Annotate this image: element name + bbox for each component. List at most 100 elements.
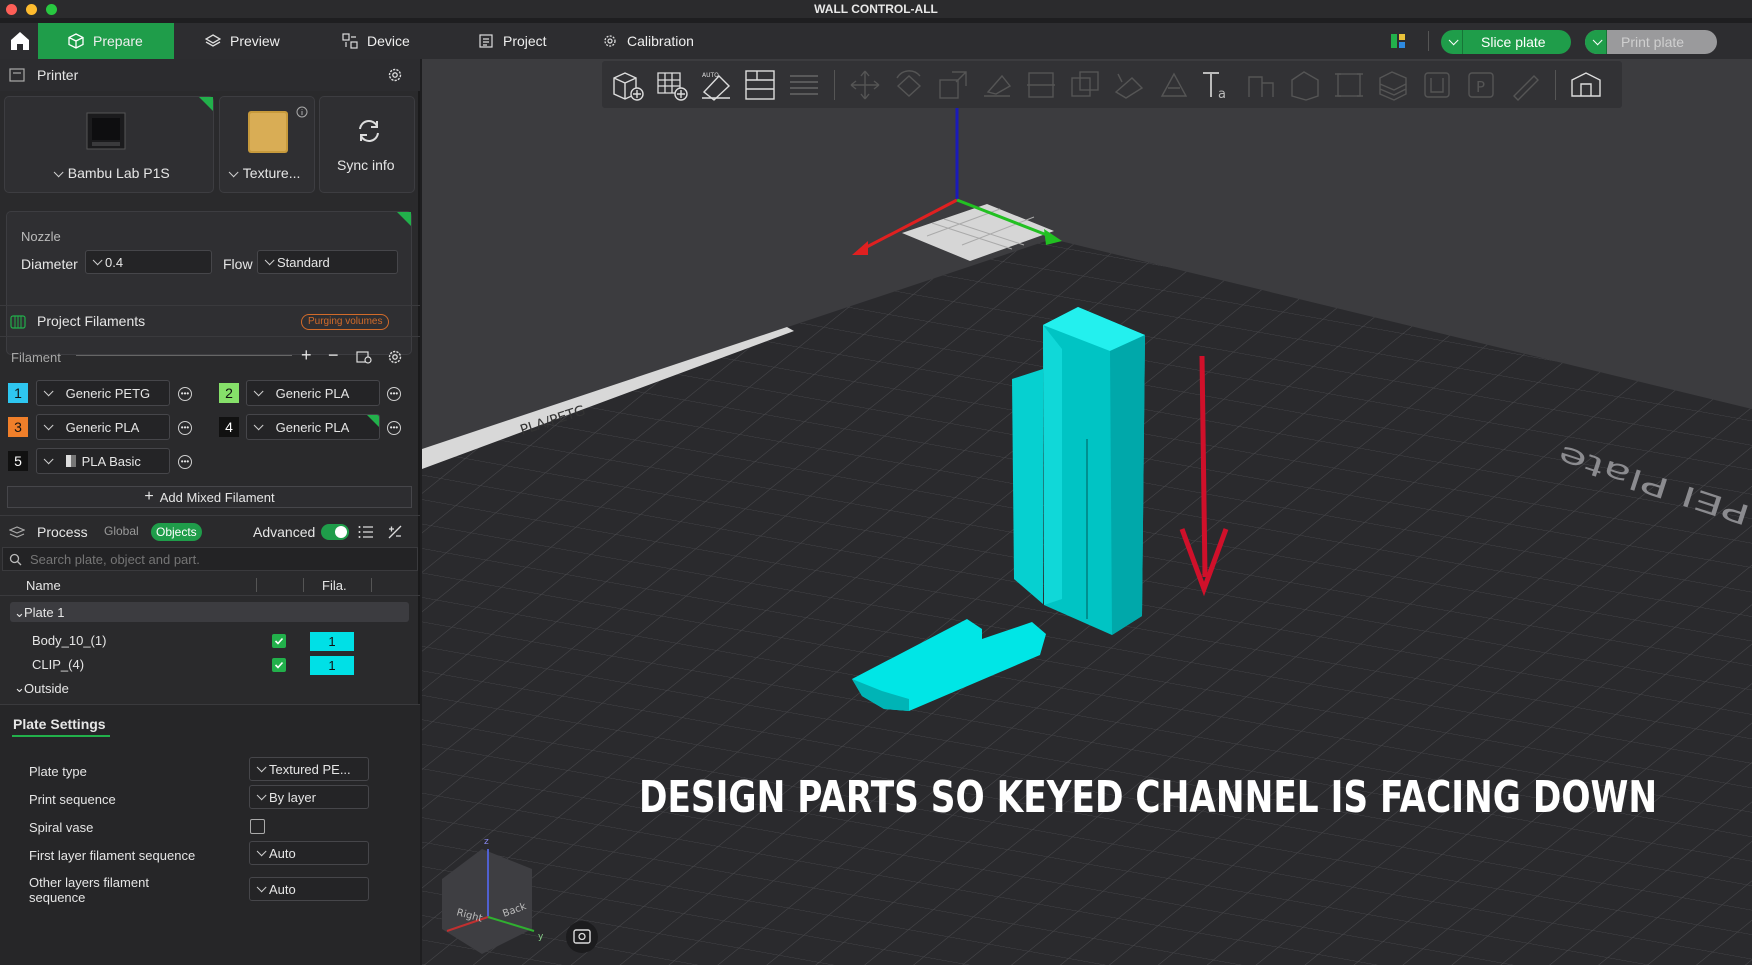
plate-settings-title[interactable]: Plate Settings [13, 716, 106, 732]
nozzle-diameter-select[interactable]: 0.4 [85, 250, 212, 274]
variable-layer-button[interactable] [1373, 65, 1413, 105]
process-title: Process [37, 523, 88, 540]
reset-view-button[interactable] [566, 921, 598, 953]
layout-icon[interactable] [1390, 33, 1406, 49]
filament-1-select[interactable]: Generic PETG [36, 380, 170, 406]
3d-viewport[interactable]: PLA/PETG PEI Plate Right Back z y AUTO a… [422, 59, 1752, 965]
filament-3-swatch[interactable]: 3 [8, 417, 28, 437]
measure-tool-button[interactable] [1285, 65, 1325, 105]
spiral-vase-checkbox[interactable] [250, 819, 265, 834]
nozzle-flow-select[interactable]: Standard [257, 250, 398, 274]
support-paint-button[interactable] [1109, 65, 1149, 105]
boolean-tool-button[interactable] [1065, 65, 1105, 105]
filament-5-swatch[interactable]: 5 [8, 451, 28, 471]
list-icon[interactable] [358, 525, 374, 539]
info-icon[interactable] [296, 106, 308, 118]
assembly-tool-button[interactable] [1329, 65, 1369, 105]
home-icon[interactable] [8, 29, 32, 53]
project-icon [479, 34, 493, 48]
filament-2-swatch[interactable]: 2 [219, 383, 239, 403]
print-plate-button[interactable]: Print plate [1585, 30, 1717, 54]
printer-model-select[interactable]: Bambu Lab P1S [53, 165, 170, 181]
search-input[interactable] [30, 551, 410, 567]
purging-volumes-button[interactable]: Purging volumes [301, 314, 390, 330]
filament-5-select[interactable]: PLA Basic [36, 448, 170, 474]
fuzzy-skin-button[interactable] [1505, 65, 1545, 105]
tab-preview[interactable]: Preview [205, 23, 280, 59]
plate-type-select[interactable]: Texture... [228, 165, 300, 181]
tab-prepare[interactable]: Prepare [38, 23, 174, 59]
plate-type-card[interactable]: Texture... [219, 96, 315, 193]
printer-model-card[interactable]: Bambu Lab P1S [4, 96, 214, 193]
filament-sync-icon[interactable] [356, 349, 372, 365]
filament-4-more-icon[interactable]: ••• [387, 421, 401, 435]
add-mixed-filament-button[interactable]: + Add Mixed Filament [7, 486, 412, 508]
objects-toggle[interactable]: Objects [151, 523, 202, 541]
filament-1-more-icon[interactable]: ••• [178, 387, 192, 401]
search-bar[interactable] [2, 547, 418, 571]
text-tool-button[interactable]: a [1197, 65, 1237, 105]
percent-compare-icon[interactable] [387, 524, 403, 540]
arrange-button[interactable] [740, 65, 780, 105]
printer-settings-gear-icon[interactable] [387, 67, 403, 83]
build-plate-scene[interactable]: PLA/PETG PEI Plate Right Back z y [422, 59, 1752, 965]
printer-thumbnail-icon [86, 112, 126, 150]
add-plate-button[interactable] [652, 65, 692, 105]
tab-device[interactable]: Device [342, 23, 410, 59]
close-window-button[interactable] [6, 4, 17, 15]
slice-plate-button[interactable]: Slice plate [1441, 30, 1571, 54]
slice-dropdown[interactable] [1441, 30, 1463, 54]
tab-calibration[interactable]: Calibration [602, 23, 694, 59]
filament-settings-gear-icon[interactable] [387, 349, 403, 365]
filament-column-header[interactable]: Fila. [322, 578, 347, 593]
brim-ears-button[interactable] [1417, 65, 1457, 105]
sync-info-button[interactable]: Sync info [319, 96, 415, 193]
filament-1-swatch[interactable]: 1 [8, 383, 28, 403]
cut-tool-button[interactable] [1021, 65, 1061, 105]
filament-2-select[interactable]: Generic PLA [246, 380, 380, 406]
auto-orient-button[interactable]: AUTO [696, 65, 736, 105]
add-object-button[interactable] [608, 65, 648, 105]
object-visible-checkbox[interactable] [272, 634, 286, 648]
other-layers-sequence-select[interactable]: Auto [249, 877, 369, 901]
add-filament-icon[interactable]: + [301, 345, 312, 366]
lay-on-face-button[interactable] [977, 65, 1017, 105]
other-layers-sequence-value: Auto [269, 881, 296, 897]
plate-type-setting-select[interactable]: Textured PE... [249, 757, 369, 781]
split-layers-button[interactable] [784, 65, 824, 105]
filament-4-swatch[interactable]: 4 [219, 417, 239, 437]
tab-project[interactable]: Project [478, 23, 547, 59]
seam-paint-button[interactable] [1153, 65, 1193, 105]
print-sequence-select[interactable]: By layer [249, 785, 369, 809]
move-tool-button[interactable] [845, 65, 885, 105]
body-part-side [1110, 335, 1145, 635]
slice-preview-button[interactable] [1566, 65, 1606, 105]
tab-device-label: Device [367, 33, 410, 49]
first-layer-sequence-value: Auto [269, 845, 296, 861]
object-filament-badge[interactable]: 1 [310, 632, 354, 651]
print-dropdown[interactable] [1585, 30, 1607, 54]
paint-bucket-button[interactable]: P [1461, 65, 1501, 105]
plate-1-row[interactable]: ⌄ Plate 1 [10, 602, 409, 622]
filament-3-more-icon[interactable]: ••• [178, 421, 192, 435]
global-toggle[interactable]: Global [104, 524, 139, 538]
filament-3-select[interactable]: Generic PLA [36, 414, 170, 440]
advanced-label: Advanced [253, 523, 316, 540]
scale-tool-button[interactable] [933, 65, 973, 105]
object-visible-checkbox[interactable] [272, 658, 286, 672]
zoom-window-button[interactable] [46, 4, 57, 15]
filament-2-more-icon[interactable]: ••• [387, 387, 401, 401]
slice-view-icon [1571, 71, 1601, 97]
emboss-tool-button[interactable] [1241, 65, 1281, 105]
filament-5-more-icon[interactable]: ••• [178, 455, 192, 469]
remove-filament-icon[interactable]: − [328, 345, 339, 366]
object-filament-badge[interactable]: 1 [310, 656, 354, 675]
column-divider [256, 578, 257, 592]
minimize-window-button[interactable] [26, 4, 37, 15]
first-layer-sequence-select[interactable]: Auto [249, 841, 369, 865]
rotate-tool-button[interactable] [889, 65, 929, 105]
filament-5-name: PLA Basic [81, 453, 141, 469]
name-column-header[interactable]: Name [26, 578, 61, 593]
filament-4-select[interactable]: Generic PLA [246, 414, 380, 440]
advanced-switch[interactable] [321, 524, 349, 540]
